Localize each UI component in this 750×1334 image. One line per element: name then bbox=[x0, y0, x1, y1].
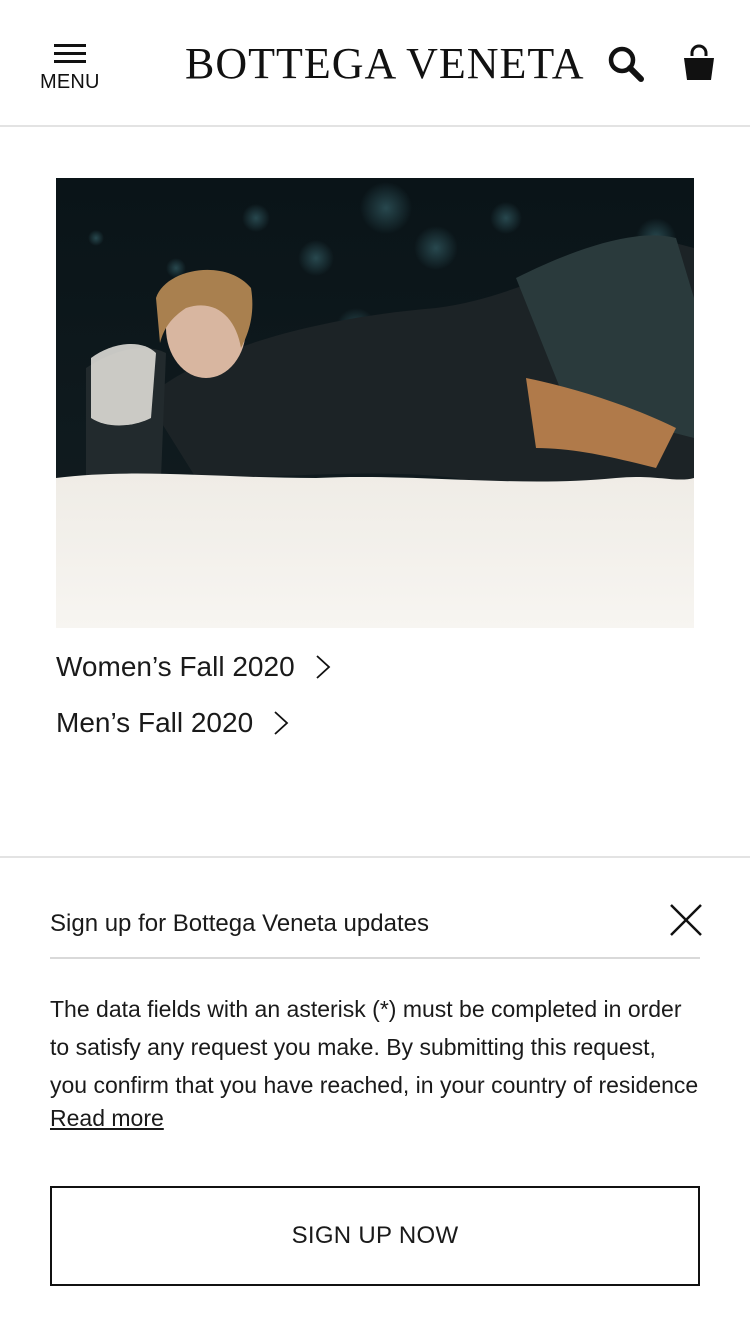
signup-divider bbox=[50, 957, 700, 959]
hamburger-icon bbox=[54, 44, 86, 64]
womens-fall-2020-link[interactable]: Women’s Fall 2020 bbox=[56, 648, 331, 686]
privacy-notice-line: you confirm that you have reached, in yo… bbox=[50, 1072, 699, 1098]
sign-up-now-button[interactable]: SIGN UP NOW bbox=[50, 1186, 700, 1286]
close-icon[interactable] bbox=[668, 902, 704, 938]
mens-fall-2020-label: Men’s Fall 2020 bbox=[56, 707, 254, 738]
mens-fall-2020-link[interactable]: Men’s Fall 2020 bbox=[56, 704, 289, 742]
fall-2020-campaign-photo bbox=[56, 178, 694, 628]
campaign-photo[interactable] bbox=[56, 178, 694, 628]
read-more-link[interactable]: Read more bbox=[50, 1105, 164, 1132]
chevron-right-icon bbox=[315, 654, 331, 680]
menu-label: MENU bbox=[40, 71, 100, 93]
brand-logo[interactable]: BOTTEGA VENETA bbox=[185, 40, 584, 88]
signup-title: Sign up for Bottega Veneta updates bbox=[50, 910, 429, 937]
menu-button[interactable]: MENU bbox=[40, 44, 100, 94]
privacy-notice: The data fields with an asterisk (*) mus… bbox=[50, 990, 710, 1104]
shopping-bag-icon[interactable] bbox=[680, 42, 718, 84]
privacy-notice-line: to satisfy any request you make. By subm… bbox=[50, 1034, 656, 1060]
site-header: MENU BOTTEGA VENETA bbox=[0, 0, 750, 127]
womens-fall-2020-label: Women’s Fall 2020 bbox=[56, 651, 295, 682]
search-icon[interactable] bbox=[606, 44, 646, 84]
chevron-right-icon bbox=[273, 710, 289, 736]
privacy-notice-line: The data fields with an asterisk (*) mus… bbox=[50, 996, 682, 1022]
newsletter-signup-panel: Sign up for Bottega Veneta updates The d… bbox=[0, 856, 750, 1334]
